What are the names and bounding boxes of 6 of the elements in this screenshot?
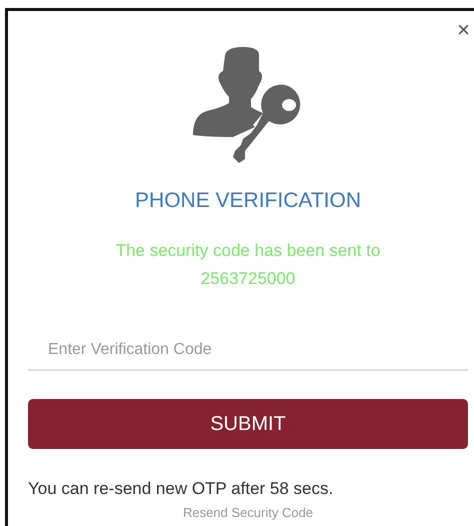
- timer-note: You can re-send new OTP after 58 secs.: [28, 479, 334, 499]
- dialog-title: PHONE VERIFICATION: [135, 189, 361, 213]
- sent-message: The security code has been sent to 2563725000: [114, 240, 382, 290]
- close-button[interactable]: ×: [457, 19, 470, 41]
- user-key-icon: [193, 45, 303, 163]
- submit-button[interactable]: SUBMIT: [28, 399, 468, 449]
